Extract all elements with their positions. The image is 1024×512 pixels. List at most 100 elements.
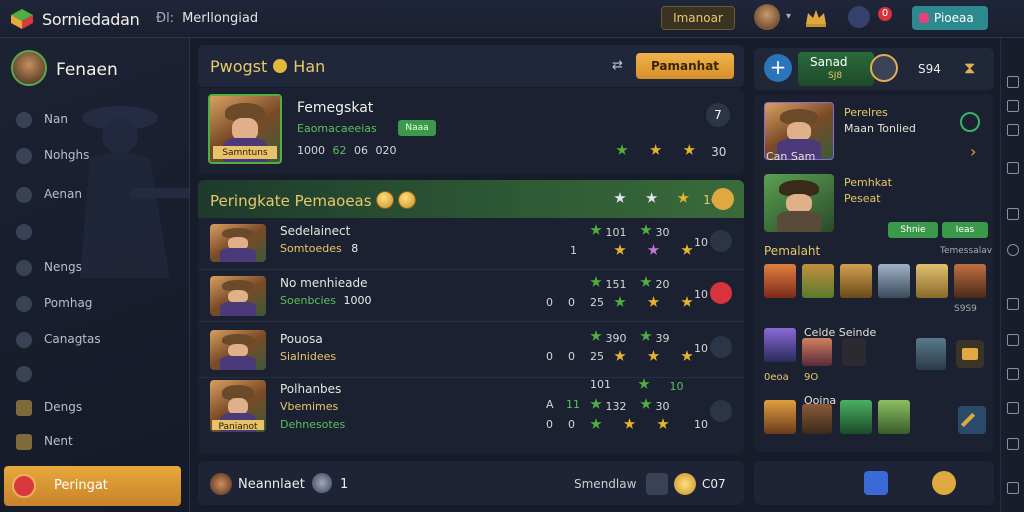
table-row[interactable]: Panianot Polhanbes Vbemimes Dehnesotes A…: [198, 376, 744, 444]
row-val: 151: [605, 278, 627, 291]
helmet-icon[interactable]: [312, 473, 332, 493]
home-icon: [16, 112, 32, 128]
hero-tile[interactable]: [840, 400, 872, 434]
screen-icon[interactable]: [1007, 162, 1019, 174]
hero-tile[interactable]: [764, 328, 796, 362]
row-val: 39: [655, 332, 670, 345]
folder-icon[interactable]: [956, 340, 984, 368]
sidebar-item-base[interactable]: Aenan: [0, 181, 189, 209]
right-card-portrait-2[interactable]: [764, 174, 834, 232]
hero-tile[interactable]: [802, 338, 832, 366]
bell-icon[interactable]: [848, 6, 870, 28]
row-toggle[interactable]: [710, 282, 732, 304]
header-action-button[interactable]: Pamanhat: [636, 53, 734, 79]
right-card-sub-1: Maan Tonlied: [844, 122, 916, 135]
table-row[interactable]: Sedelainect Somtoedes 8 1 101 30 10: [198, 218, 744, 270]
page-title-right: Han: [293, 57, 326, 76]
sidebar-item-guild[interactable]: Pomhag: [0, 290, 189, 318]
sidebar-item-quests[interactable]: Canagtas: [0, 326, 189, 354]
keyboard-icon[interactable]: [1007, 298, 1019, 310]
more-icon[interactable]: [1007, 438, 1019, 450]
row-toggle[interactable]: [710, 400, 732, 422]
refresh-icon[interactable]: [960, 112, 980, 132]
hourglass-icon[interactable]: ⧗: [964, 58, 975, 78]
collapse-icon[interactable]: [1007, 124, 1019, 136]
hero-tile[interactable]: [878, 400, 910, 434]
row-val: 10: [669, 380, 684, 393]
sidebar-item-home[interactable]: Nan: [0, 106, 189, 134]
right-top-bar: + Sanad SJ8 S94 ⧗: [754, 48, 994, 90]
sidebar-item-favorites[interactable]: [0, 360, 189, 388]
settings-icon[interactable]: [1007, 482, 1019, 494]
sidebar-item-inventory[interactable]: Dengs: [0, 394, 189, 422]
hero-tile[interactable]: [802, 404, 832, 434]
profile-avatar[interactable]: [11, 50, 47, 86]
hero-tile[interactable]: [802, 264, 834, 298]
hero-tile[interactable]: [916, 338, 946, 370]
sidebar-item-news[interactable]: Nent: [0, 428, 189, 456]
sidebar-item-battles[interactable]: Nengs: [0, 254, 189, 282]
row-val: 10: [694, 288, 708, 301]
sidebar-item-globe[interactable]: [0, 218, 189, 246]
bottom-bar: Neannlaet 1 Smendlaw C07: [198, 461, 744, 505]
hero-tile-locked[interactable]: [842, 338, 866, 366]
row-toggle[interactable]: [710, 230, 732, 252]
sidebar-item-heroes[interactable]: Nohghs: [0, 142, 189, 170]
breadcrumb: Ðl: Merllongiad: [156, 11, 258, 26]
hero-tile[interactable]: [878, 264, 910, 298]
chevron-right-icon[interactable]: ›: [970, 142, 976, 161]
right-card-button-1[interactable]: Shnie: [888, 222, 938, 238]
right-card-title-2: Pemhkat: [844, 176, 892, 189]
medal-icon[interactable]: [932, 471, 956, 495]
sword-icon[interactable]: [870, 54, 898, 82]
expand-icon[interactable]: [1007, 76, 1019, 88]
table-row[interactable]: No menhieade Soenbcies 1000 0 0 25 151 2…: [198, 270, 744, 322]
hero-tile[interactable]: [840, 264, 872, 298]
swap-icon[interactable]: ⇄: [612, 58, 623, 73]
row-val: 10: [694, 236, 708, 249]
right-green-button[interactable]: Sanad SJ8: [798, 52, 874, 86]
hero-portrait[interactable]: Samntuns: [208, 94, 282, 164]
folder-icon[interactable]: [1007, 402, 1019, 414]
chart-icon[interactable]: [646, 473, 668, 495]
player-avatar[interactable]: [210, 473, 232, 495]
bottom-right-label: Smendlaw: [574, 477, 637, 491]
top-teal-button[interactable]: Pioeaa: [912, 6, 988, 30]
chevron-down-icon[interactable]: ▾: [786, 11, 791, 22]
add-icon[interactable]: +: [764, 54, 792, 82]
hero-tile[interactable]: [764, 400, 796, 434]
hero-tile[interactable]: [916, 264, 948, 298]
top-gold-button[interactable]: Imanoar: [661, 6, 735, 30]
hero-tile[interactable]: [764, 264, 796, 298]
trophy-icon[interactable]: [864, 471, 888, 495]
hero-rank-number: 7: [706, 103, 730, 127]
ranking-settings-icon[interactable]: [712, 188, 734, 210]
row-val: 30: [655, 400, 670, 413]
crown-icon[interactable]: [803, 6, 829, 30]
camera-icon[interactable]: [1007, 334, 1019, 346]
profile-name: Fenaen: [56, 60, 118, 80]
sidebar-item-label: Canagtas: [44, 332, 101, 346]
sidebar-item-ranking-active[interactable]: Peringat: [4, 466, 181, 506]
user-avatar[interactable]: [754, 4, 780, 30]
table-row[interactable]: Pouosa Sialnidees 0 0 25 390 39 10: [198, 326, 744, 378]
hero-tile[interactable]: [954, 264, 986, 298]
app-title: Sorniedadan: [42, 10, 140, 29]
row-val: 0: [546, 350, 553, 363]
row-sub-text: Somtoedes: [280, 242, 342, 255]
app-logo-icon: [11, 9, 33, 29]
breadcrumb-page[interactable]: Merllongiad: [182, 11, 258, 26]
person-icon: [16, 148, 32, 164]
right-card-button-2[interactable]: Ieas: [942, 222, 988, 238]
hero-card[interactable]: Samntuns Femegskat Eaomacaeeias Naaa 100…: [198, 88, 744, 174]
fullscreen-icon[interactable]: [1007, 208, 1019, 220]
row-toggle[interactable]: [710, 336, 732, 358]
star-icon: [616, 144, 628, 155]
edit-icon[interactable]: [958, 406, 986, 434]
breadcrumb-prefix: Ðl:: [156, 11, 175, 26]
row-sub: Vbemimes: [280, 400, 339, 413]
record-icon[interactable]: [1007, 368, 1019, 380]
window-icon[interactable]: [1007, 100, 1019, 112]
shield-icon[interactable]: [1007, 244, 1019, 256]
row-sub-2: Dehnesotes: [280, 418, 346, 431]
